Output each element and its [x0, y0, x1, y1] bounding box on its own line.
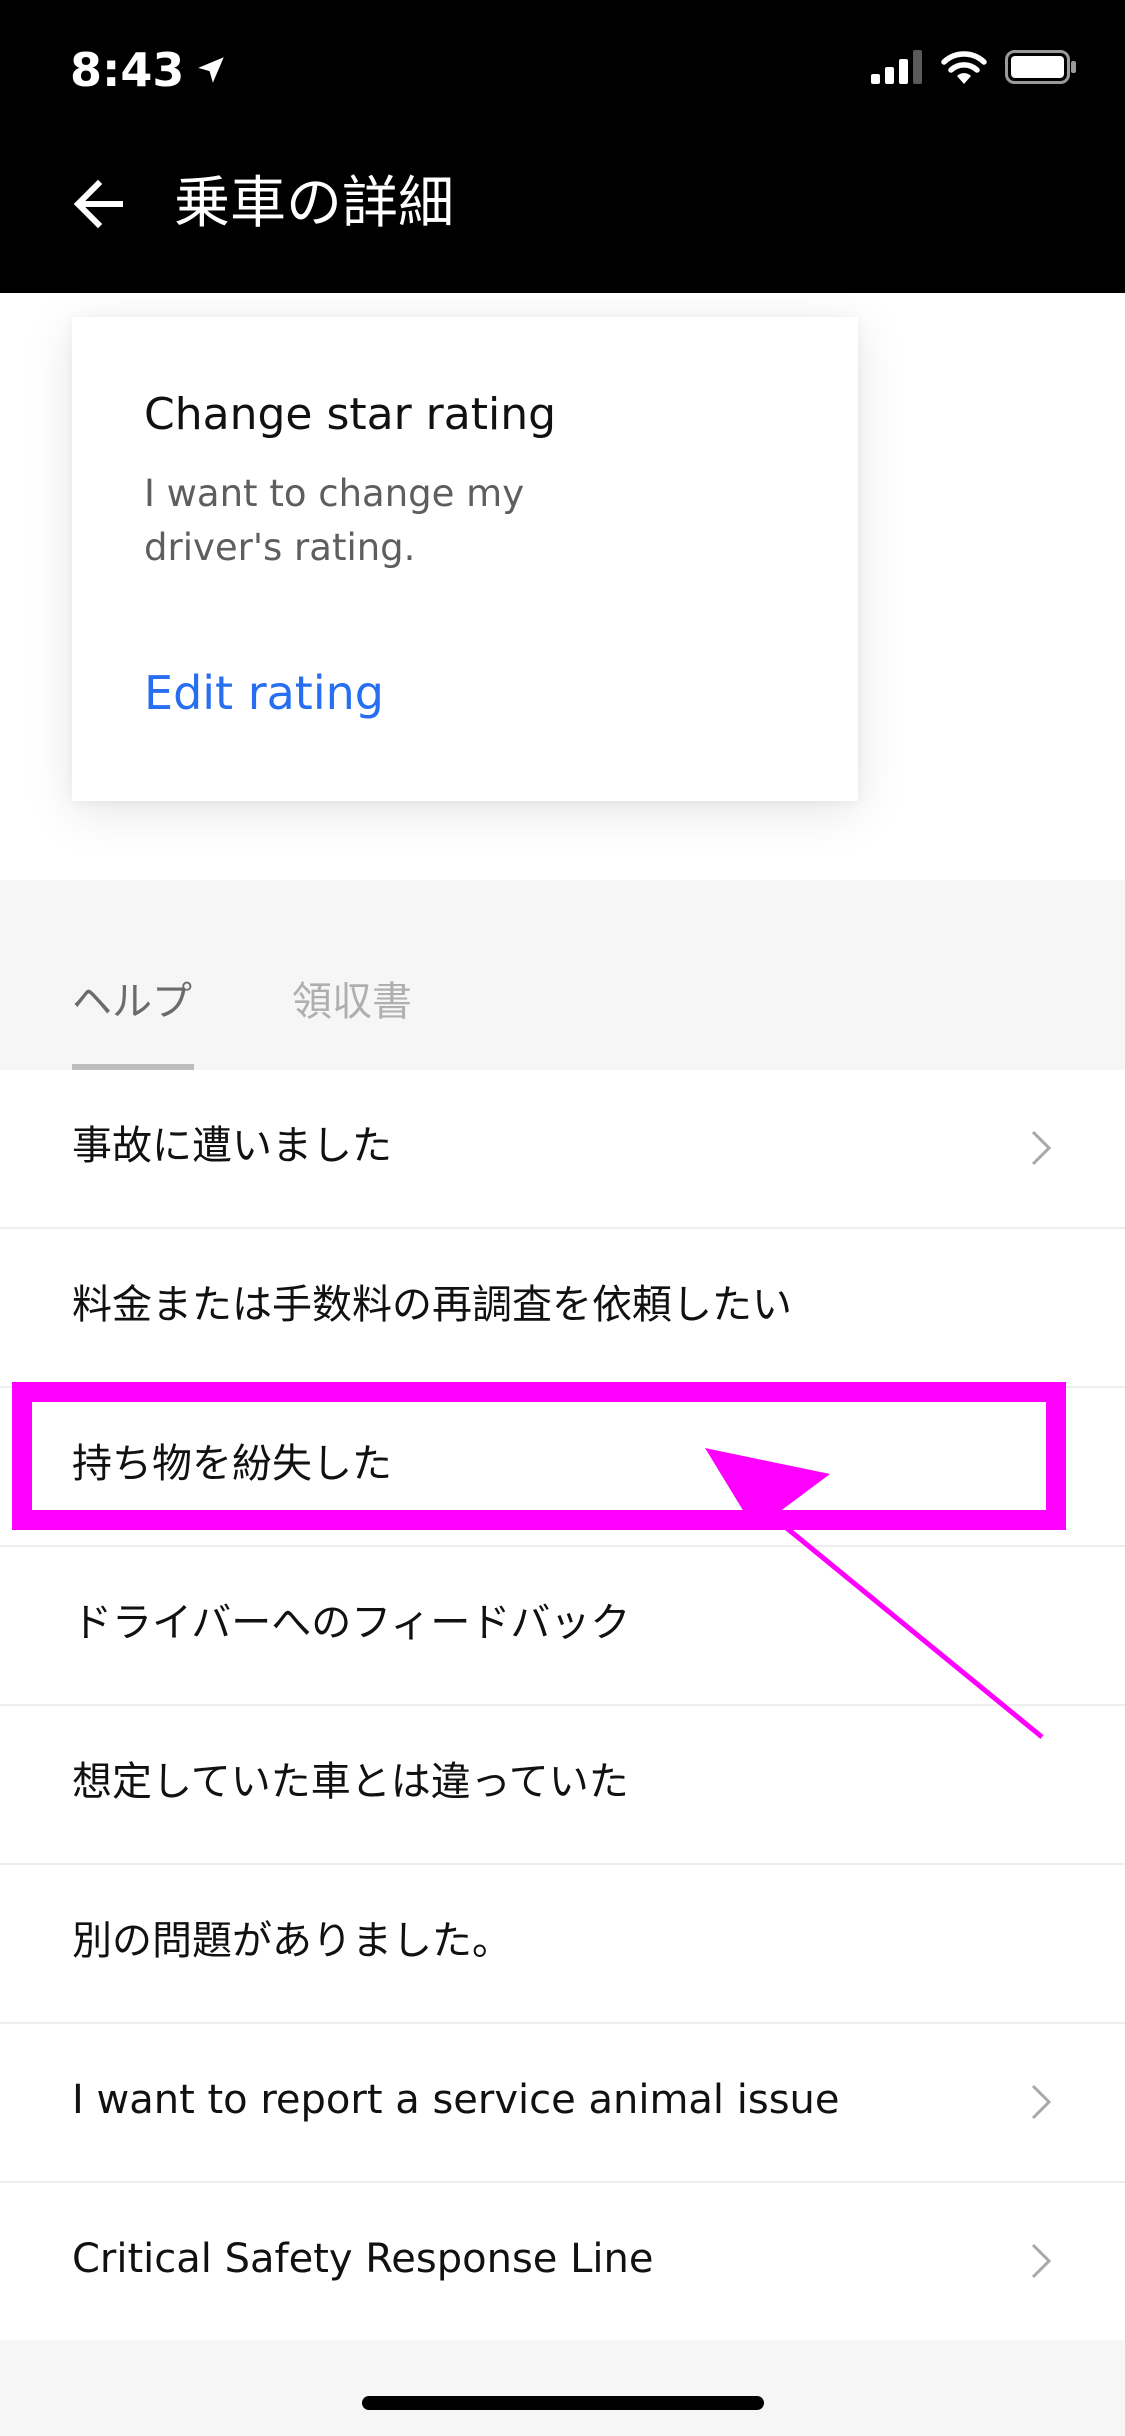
bottom-area	[0, 2340, 1125, 2436]
app-header: 8:43 乗車の詳細	[0, 0, 1125, 293]
cellular-signal-icon	[871, 50, 922, 84]
rating-card-area: Change star rating I want to change my d…	[0, 293, 1125, 880]
change-rating-card: Change star rating I want to change my d…	[72, 317, 858, 801]
list-item-driver-feedback[interactable]: ドライバーへのフィードバック	[0, 1547, 1125, 1706]
card-description: I want to change my driver's rating.	[144, 472, 525, 569]
card-title: Change star rating	[144, 389, 557, 440]
list-item-other-issue[interactable]: 別の問題がありました。	[0, 1865, 1125, 2024]
list-item-label: 事故に遭いました	[72, 1123, 392, 1169]
list-item-wrong-vehicle[interactable]: 想定していた車とは違っていた	[0, 1706, 1125, 1865]
list-item-label: 料金または手数料の再調査を依頼したい	[72, 1282, 792, 1328]
list-item-safety-line[interactable]: Critical Safety Response Line	[0, 2183, 1125, 2342]
list-item-label: 持ち物を紛失した	[72, 1441, 392, 1487]
status-bar-indicators	[871, 50, 1077, 84]
list-item-label: 別の問題がありました。	[72, 1918, 512, 1964]
help-list: 事故に遭いました 料金または手数料の再調査を依頼したい 持ち物を紛失した ドライ…	[0, 1070, 1125, 2340]
location-arrow-icon	[198, 57, 225, 83]
tab-bar: ヘルプ 領収書	[0, 880, 1125, 1070]
status-time-text: 8:43	[70, 43, 185, 97]
arrow-left-icon[interactable]	[70, 176, 126, 232]
tab-help[interactable]: ヘルプ	[72, 974, 192, 1030]
list-item-lost-item[interactable]: 持ち物を紛失した	[0, 1388, 1125, 1547]
edit-rating-link[interactable]: Edit rating	[144, 663, 384, 723]
page-title: 乗車の詳細	[174, 171, 454, 236]
list-item-service-animal[interactable]: I want to report a service animal issue	[0, 2024, 1125, 2183]
chevron-right-icon	[1031, 1130, 1052, 1166]
wifi-icon	[941, 51, 987, 84]
list-item-accident[interactable]: 事故に遭いました	[0, 1070, 1125, 1229]
tab-receipt[interactable]: 領収書	[292, 974, 412, 1030]
list-item-label: Critical Safety Response Line	[72, 2236, 654, 2282]
list-item-label: ドライバーへのフィードバック	[72, 1600, 631, 1646]
status-bar-time: 8:43	[70, 42, 228, 98]
home-indicator	[362, 2396, 764, 2410]
chevron-right-icon	[1031, 2243, 1052, 2279]
list-item-label: I want to report a service animal issue	[72, 2077, 840, 2123]
chevron-right-icon	[1031, 2084, 1052, 2120]
battery-icon	[1005, 50, 1076, 84]
list-item-label: 想定していた車とは違っていた	[72, 1759, 629, 1805]
list-item-fare-review[interactable]: 料金または手数料の再調査を依頼したい	[0, 1229, 1125, 1388]
